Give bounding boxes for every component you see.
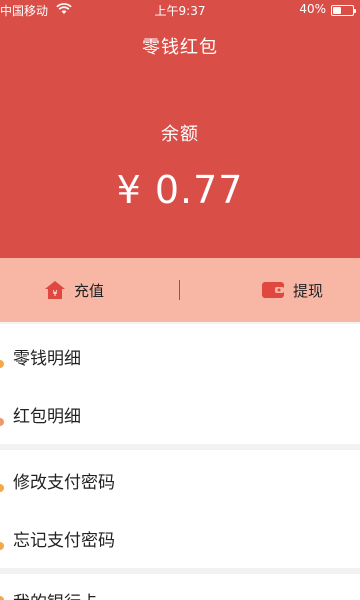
status-bar: 中国移动 上午9:37 40% — [0, 0, 360, 20]
list-item-label: 红包明细 — [13, 406, 81, 427]
battery-percent: 40% — [299, 2, 326, 16]
list-item-forgot-password[interactable]: 忘记支付密码 — [0, 509, 360, 567]
page-title: 零钱红包 — [142, 37, 218, 58]
withdraw-button[interactable]: 提现 — [261, 258, 323, 322]
recharge-label: 充值 — [74, 281, 105, 300]
list-item-label: 忘记支付密码 — [13, 530, 115, 551]
list-item-redpacket-details[interactable]: 红包明细 — [0, 385, 360, 443]
menu-group-password: 修改支付密码 忘记支付密码 — [0, 450, 360, 568]
header: 中国移动 上午9:37 40% 零钱红包 余额 ¥ 0.77 — [0, 0, 360, 258]
orange-dot-icon — [0, 596, 4, 600]
list-item-label: 零钱明细 — [13, 348, 81, 369]
recharge-house-icon: ¥ — [45, 281, 65, 299]
withdraw-label: 提现 — [293, 281, 324, 300]
menu-group-balance: 零钱明细 红包明细 — [0, 324, 360, 444]
orange-dot-icon — [0, 418, 4, 426]
menu-group-bank: 我的银行卡 — [0, 574, 360, 600]
list-item-bank-cards[interactable]: 我的银行卡 — [0, 574, 360, 600]
orange-dot-icon — [0, 484, 4, 492]
action-divider — [179, 280, 180, 300]
wallet-icon — [262, 282, 284, 298]
action-bar: ¥ 充值 提现 — [0, 258, 360, 322]
battery-icon — [331, 5, 356, 16]
orange-dot-icon — [0, 360, 4, 368]
list-item-change-details[interactable]: 零钱明细 — [0, 327, 360, 385]
recharge-button[interactable]: ¥ 充值 — [44, 258, 104, 322]
list-item-change-password[interactable]: 修改支付密码 — [0, 451, 360, 509]
balance-label: 余额 — [161, 124, 199, 145]
list-item-label: 我的银行卡 — [13, 588, 98, 600]
list-item-label: 修改支付密码 — [13, 472, 115, 493]
orange-dot-icon — [0, 542, 4, 550]
svg-text:¥: ¥ — [52, 289, 57, 298]
battery-level — [333, 7, 341, 14]
balance-amount: ¥ 0.77 — [116, 168, 244, 212]
